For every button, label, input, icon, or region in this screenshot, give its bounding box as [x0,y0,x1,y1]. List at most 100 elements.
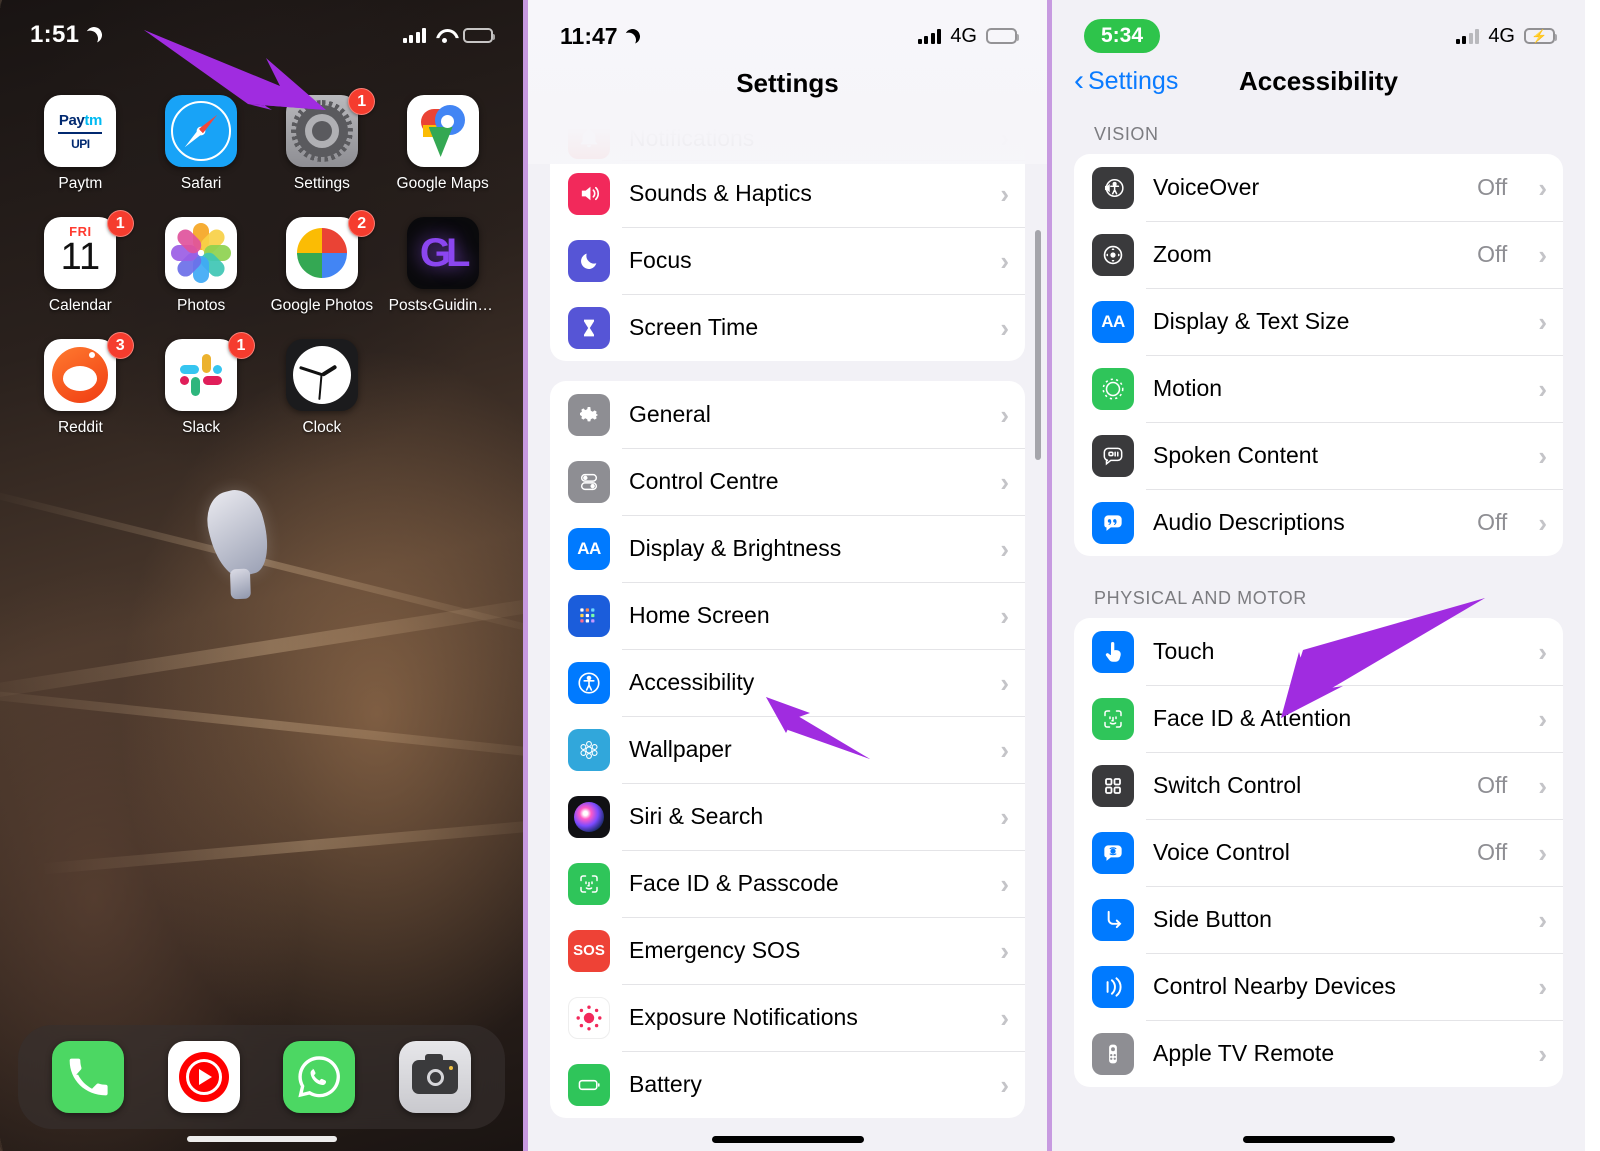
settings-row-accessibility[interactable]: Accessibility › [550,649,1025,716]
battery-icon [986,28,1019,44]
whatsapp-icon[interactable] [283,1041,356,1113]
settings-row-screen-time[interactable]: Screen Time › [550,294,1025,361]
chevron-right-icon: › [1538,373,1547,404]
accessibility-row-display-text-size[interactable]: AA Display & Text Size › [1074,288,1563,355]
paytm-icon: Paytm UPI [44,95,117,167]
settings-row-battery[interactable]: Battery › [550,1051,1025,1118]
app-label: Slack [182,419,221,436]
status-time: 11:47 [560,22,618,49]
status-time-group: 11:47 [560,23,640,50]
camera-icon[interactable] [399,1041,472,1113]
apple-tv-remote-icon [1092,1032,1134,1075]
row-value: Off [1477,772,1508,798]
row-value: Off [1477,174,1508,200]
chevron-left-icon: ‹ [1074,64,1084,97]
settings-row-home-screen[interactable]: Home Screen › [550,582,1025,649]
focus-moon-icon [568,239,610,282]
vertical-scrollbar[interactable] [1035,230,1041,460]
signal-bars-icon [917,28,942,44]
settings-row-sounds-haptics[interactable]: Sounds & Haptics › [550,160,1025,227]
accessibility-row-audio-descriptions[interactable]: Audio Descriptions Off › [1074,489,1563,556]
app-label: Photos [176,297,226,314]
badge-count: 3 [106,332,134,359]
accessibility-row-voice-control[interactable]: Voice Control Off › [1074,819,1563,886]
voice-control-icon [1092,831,1134,874]
network-type-label: 4G [1488,24,1515,47]
settings-row-exposure-notifications[interactable]: Exposure Notifications › [550,984,1025,1051]
settings-row-face-id-passcode[interactable]: Face ID & Passcode › [550,850,1025,917]
accessibility-person-icon [568,661,610,704]
app-guiding-tech[interactable]: GL Posts‹Guiding… [382,217,503,315]
app-empty-slot [382,339,503,437]
exposure-notifications-icon [568,996,610,1039]
phone-icon[interactable] [51,1041,124,1113]
accessibility-row-control-nearby-devices[interactable]: Control Nearby Devices › [1074,953,1563,1020]
touch-hand-icon [1092,630,1134,673]
app-calendar[interactable]: FRI 11 1 Calendar [20,210,141,315]
app-google-photos[interactable]: 2 Google Photos [262,210,383,315]
app-clock[interactable]: Clock [262,339,383,437]
settings-row-focus[interactable]: Focus › [550,227,1025,294]
battery-charging-icon: ⚡ [1524,28,1557,44]
accessibility-row-face-id-attention[interactable]: Face ID & Attention › [1074,685,1563,752]
slack-icon [165,339,238,411]
row-label: Face ID & Attention [1153,705,1352,731]
status-time: 1:51 [30,21,80,48]
home-indicator [711,1136,864,1143]
app-reddit[interactable]: 3 Reddit [20,332,141,437]
chevron-right-icon: › [1000,178,1009,209]
guiding-tech-icon: GL [406,217,479,289]
settings-row-wallpaper[interactable]: Wallpaper › [550,716,1025,783]
accessibility-row-side-button[interactable]: Side Button › [1074,886,1563,953]
accessibility-row-voiceover[interactable]: VoiceOver Off › [1074,154,1563,221]
chevron-right-icon: › [1000,533,1009,564]
home-app-grid: PaytmUPI Paytm Safari 1 Settings Google [0,88,523,437]
app-paytm[interactable]: Paytm UPI Paytm [20,95,141,193]
chevron-right-icon: › [1000,667,1009,698]
row-label: Battery [629,1071,702,1097]
badge-count: 1 [227,332,255,359]
siri-orb-icon [568,795,610,838]
accessibility-row-zoom[interactable]: Zoom Off › [1074,221,1563,288]
app-settings[interactable]: 1 Settings [262,88,383,193]
app-label: Google Photos [270,297,374,314]
row-label: Touch [1153,638,1215,664]
row-label: Apple TV Remote [1153,1040,1335,1066]
settings-row-siri-search[interactable]: Siri & Search › [550,783,1025,850]
row-label: Audio Descriptions [1153,509,1345,535]
motion-icon [1092,367,1134,410]
chevron-right-icon: › [1000,245,1009,276]
app-safari[interactable]: Safari [141,95,262,193]
row-value: Off [1477,839,1508,865]
row-label: Display & Brightness [629,535,842,561]
accessibility-row-motion[interactable]: Motion › [1074,355,1563,422]
settings-row-control-centre[interactable]: Control Centre › [550,448,1025,515]
reddit-icon [44,339,117,411]
chevron-right-icon: › [1538,971,1547,1002]
app-slack[interactable]: 1 Slack [141,332,262,437]
sounds-speaker-icon [568,172,610,215]
settings-row-emergency-sos[interactable]: SOS Emergency SOS › [550,917,1025,984]
accessibility-row-switch-control[interactable]: Switch Control Off › [1074,752,1563,819]
settings-row-display-brightness[interactable]: AA Display & Brightness › [550,515,1025,582]
app-google-maps[interactable]: Google Maps [382,95,503,193]
status-indicators: 4G ⚡ [1455,24,1557,48]
battery-green-icon [568,1063,610,1106]
app-photos[interactable]: Photos [141,217,262,315]
settings-row-general[interactable]: General › [550,381,1025,448]
emergency-sos-icon: SOS [568,929,610,972]
accessibility-row-spoken-content[interactable]: Spoken Content › [1074,422,1563,489]
signal-bars-icon [402,27,426,43]
accessibility-row-apple-tv-remote[interactable]: Apple TV Remote › [1074,1020,1563,1087]
accessibility-list: VISION VoiceOver Off › Zoom Off › AA Dis… [1052,112,1585,1087]
switch-control-icon [1092,764,1134,807]
accessibility-row-touch[interactable]: Touch › [1074,618,1563,685]
row-label: Display & Text Size [1153,308,1350,334]
row-label: Focus [629,247,692,273]
back-button[interactable]: ‹ Settings [1074,66,1178,96]
row-label: Emergency SOS [629,937,801,963]
youtube-music-icon[interactable] [167,1041,240,1113]
row-label: VoiceOver [1153,174,1260,200]
chevron-right-icon: › [1000,399,1009,430]
app-label: Paytm [58,175,103,192]
